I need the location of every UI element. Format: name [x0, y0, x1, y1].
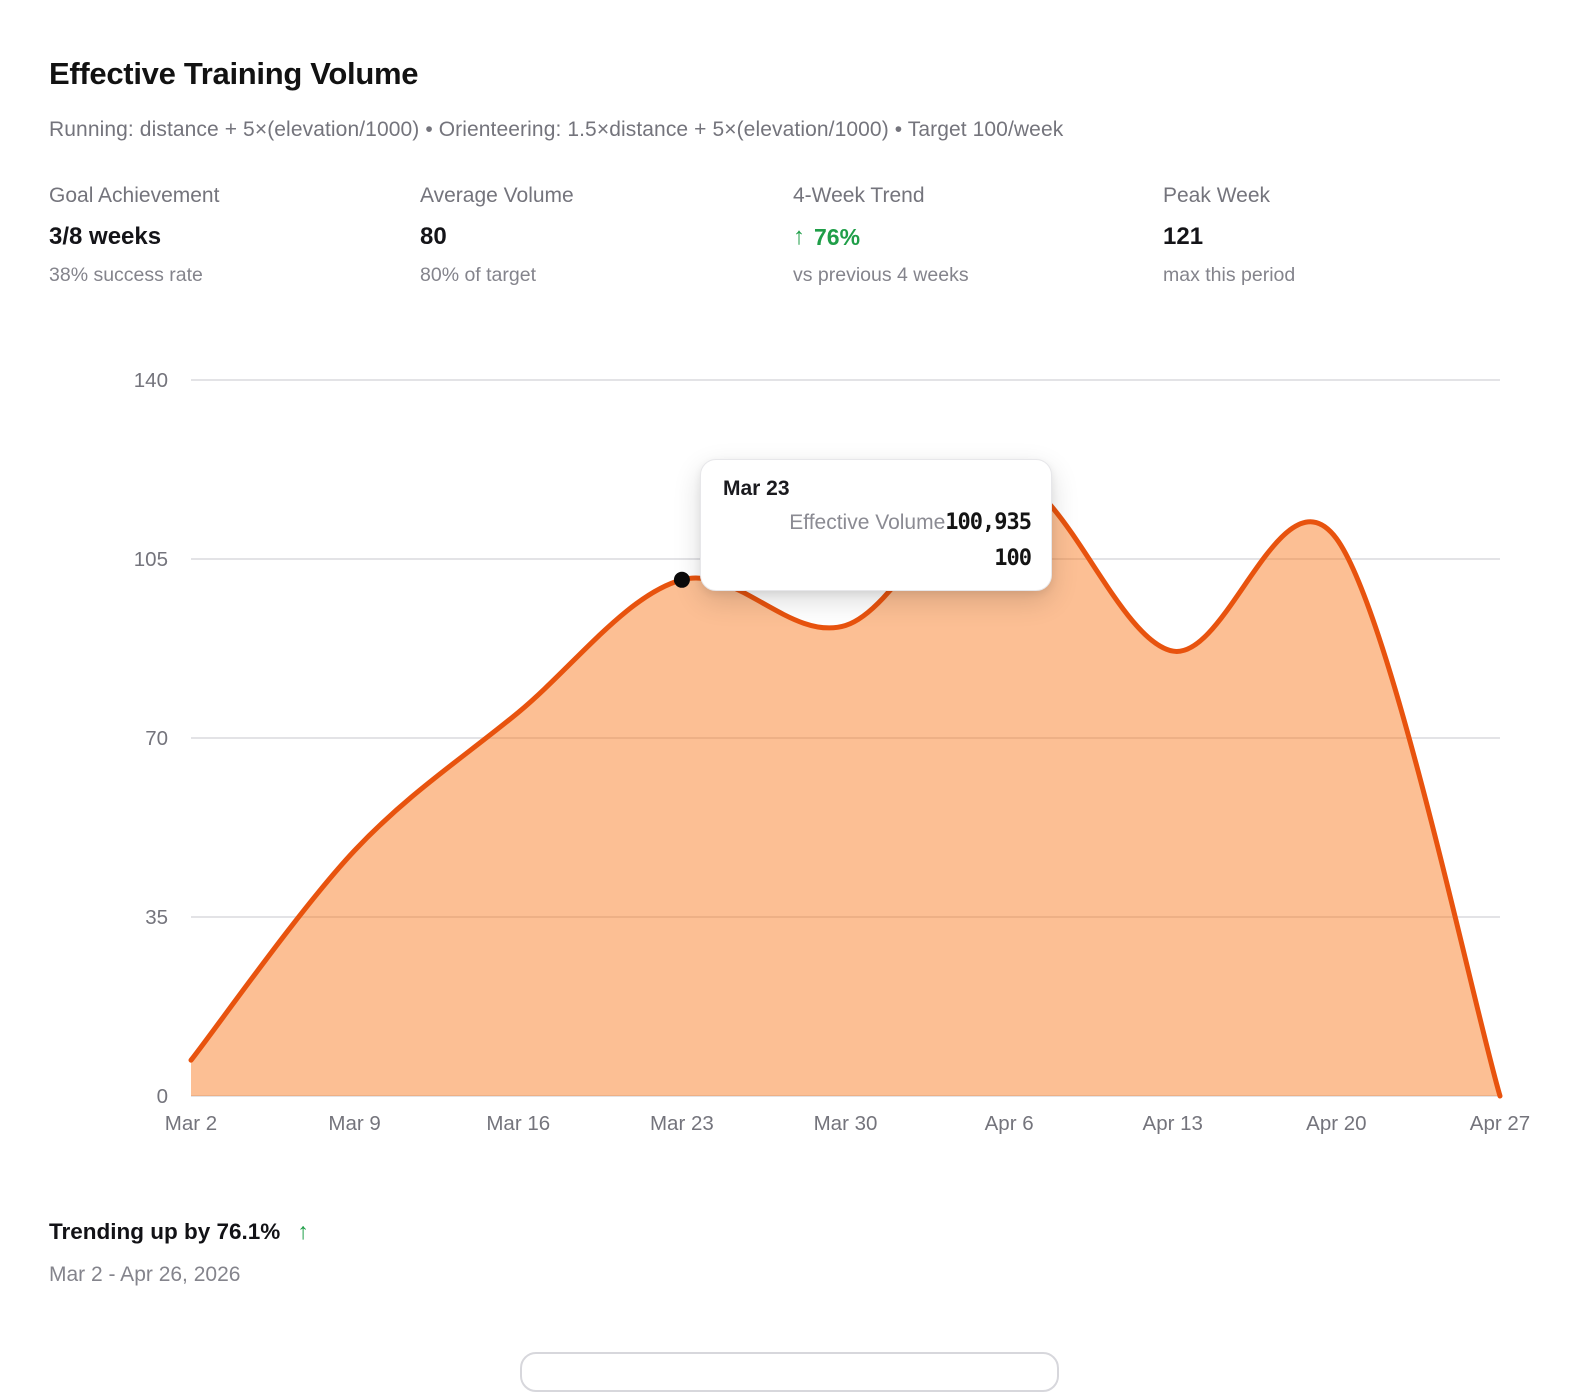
x-axis-label: Apr 20	[1306, 1112, 1366, 1135]
x-axis-label: Mar 2	[165, 1112, 217, 1135]
x-axis-label: Mar 16	[486, 1112, 550, 1135]
x-axis-label: Mar 23	[650, 1112, 714, 1135]
y-axis-label: 0	[157, 1085, 168, 1108]
tooltip-series-label: Effective Volume	[789, 505, 945, 541]
trend-up-arrow-icon: ↑	[297, 1218, 309, 1245]
x-axis-labels: Mar 2 Mar 9 Mar 16 Mar 23 Mar 30 Apr 6 Apr 13 A…	[165, 1112, 1530, 1135]
y-axis-label: 70	[145, 727, 168, 750]
y-axis-label: 35	[145, 906, 168, 929]
y-axis-label: 140	[134, 369, 168, 392]
tooltip-date: Mar 23	[723, 477, 1031, 501]
x-axis-label: Apr 6	[985, 1112, 1034, 1135]
x-axis-label: Mar 9	[328, 1112, 380, 1135]
x-axis-label: Mar 30	[814, 1112, 878, 1135]
volume-area-chart[interactable]: 0 35 70 105 140 Mar 2 Mar 9 Mar 16 Mar 23 Mar 30…	[0, 0, 1586, 1364]
chart-tooltip: Mar 23 Effective Volume 100,935100	[700, 459, 1052, 591]
y-axis-label: 105	[134, 548, 168, 571]
active-point-dot	[674, 572, 690, 588]
bottom-partial-control[interactable]	[520, 1352, 1059, 1392]
footer-trend: Trending up by 76.1% ↑	[49, 1218, 309, 1245]
footer-date-range: Mar 2 - Apr 26, 2026	[49, 1263, 240, 1287]
effective-training-volume-page: { "header": { "title": "Effective Traini…	[0, 0, 1586, 1364]
tooltip-value: 100,935100	[945, 505, 1031, 577]
x-axis-label: Apr 27	[1470, 1112, 1530, 1135]
y-axis-labels: 0 35 70 105 140	[134, 369, 168, 1108]
tooltip-row: Effective Volume 100,935100	[723, 505, 1031, 577]
x-axis-label: Apr 13	[1143, 1112, 1203, 1135]
footer-trend-text: Trending up by 76.1%	[49, 1219, 280, 1245]
